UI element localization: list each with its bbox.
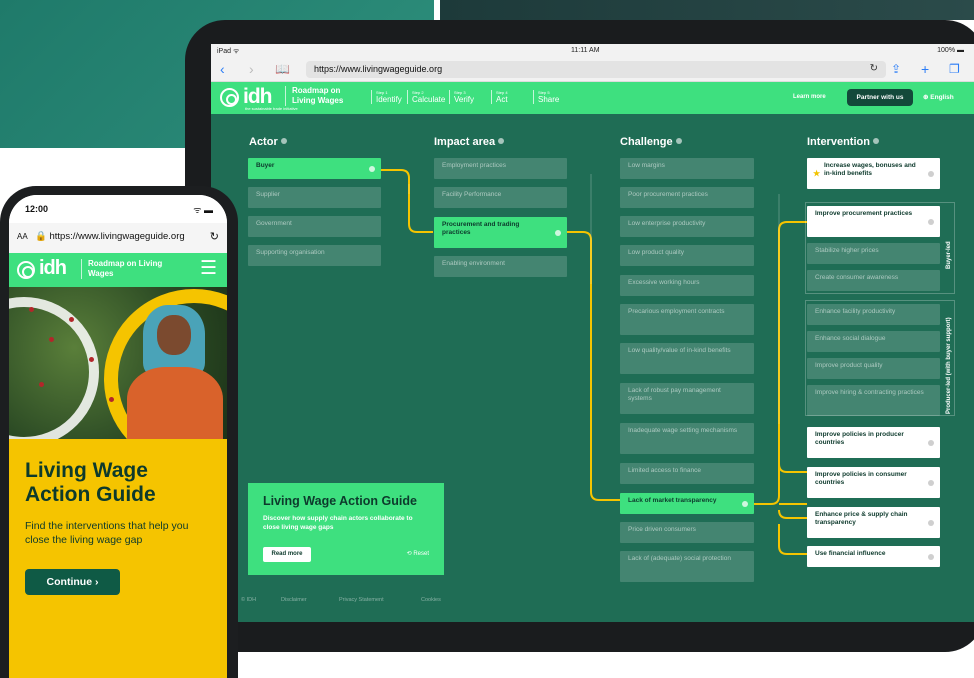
intervention-increase-wages[interactable]: ★ Increase wages, bonuses and in-kind ben… xyxy=(807,158,940,189)
phone-headline: Living Wage Action Guide xyxy=(25,459,156,506)
intervention-hiring-contracting[interactable]: Improve hiring & contracting practices xyxy=(807,385,940,416)
guide-description: Discover how supply chain actors collabo… xyxy=(263,515,413,531)
background-dark-strip xyxy=(440,0,974,20)
guide-title: Living Wage Action Guide xyxy=(263,494,417,508)
phone-subtext: Find the interventions that help you clo… xyxy=(25,520,189,546)
continue-button[interactable]: Continue › xyxy=(25,569,120,595)
challenge-wage-setting[interactable]: Inadequate wage setting mechanisms xyxy=(620,423,754,454)
buyer-led-label: Buyer-led xyxy=(946,241,952,269)
person-body xyxy=(127,367,223,439)
phone-site-header: idh Roadmap on Living Wages ☰ xyxy=(9,253,227,287)
column-header-actor: Actor xyxy=(249,136,287,148)
intervention-facility-productivity[interactable]: Enhance facility productivity xyxy=(807,304,940,325)
read-more-button[interactable]: Read more xyxy=(263,547,311,562)
challenge-low-margins[interactable]: Low margins xyxy=(620,158,754,179)
coffee-berry xyxy=(39,382,44,387)
intervention-improve-procurement[interactable]: Improve procurement practices xyxy=(807,206,940,237)
column-header-impact: Impact area xyxy=(434,136,505,148)
coffee-berry xyxy=(89,357,94,362)
intervention-price-transparency[interactable]: Enhance price & supply chain transparenc… xyxy=(807,507,940,538)
info-icon[interactable] xyxy=(872,138,879,144)
footer-copyright: © IDH xyxy=(241,597,257,603)
actor-buyer[interactable]: Buyer xyxy=(248,158,381,179)
intervention-financial-influence[interactable]: Use financial influence xyxy=(807,546,940,567)
challenge-excessive-hours[interactable]: Excessive working hours xyxy=(620,275,754,296)
column-header-challenge: Challenge xyxy=(620,136,682,148)
actor-government[interactable]: Government xyxy=(248,216,381,237)
producer-led-label: Producer-led (with buyer support) xyxy=(946,317,952,414)
phone-roadmap-title: Roadmap on Living Wages xyxy=(81,259,171,279)
phone-logo[interactable]: idh xyxy=(39,257,67,280)
person-face xyxy=(157,315,191,355)
footer-disclaimer[interactable]: Disclaimer xyxy=(281,597,307,603)
decorative-arc-white xyxy=(9,297,99,439)
coffee-berry xyxy=(29,307,34,312)
impact-employment-practices[interactable]: Employment practices xyxy=(434,158,567,179)
idh-logo-icon[interactable] xyxy=(17,261,35,279)
actor-supporting-organisation[interactable]: Supporting organisation xyxy=(248,245,381,266)
challenge-in-kind-benefits[interactable]: Low quality/value of in-kind benefits xyxy=(620,343,754,374)
intervention-consumer-policies[interactable]: Improve policies in consumer countries xyxy=(807,467,940,498)
challenge-poor-procurement[interactable]: Poor procurement practices xyxy=(620,187,754,208)
phone-time: 12:00 xyxy=(25,204,49,214)
challenge-precarious-contracts[interactable]: Precarious employment contracts xyxy=(620,304,754,335)
phone-url: 🔒 https://www.livingwageguide.org xyxy=(35,231,185,242)
phone-hero-panel: Living Wage Action Guide Find the interv… xyxy=(9,439,227,678)
phone-status-bar: 12:00 ᯤ ▬ xyxy=(9,195,227,223)
reset-button[interactable]: ⟲ Reset xyxy=(407,550,429,557)
intervention-consumer-awareness[interactable]: Create consumer awareness xyxy=(807,270,940,291)
intervention-producer-policies[interactable]: Improve policies in producer countries xyxy=(807,427,940,458)
hero-photo xyxy=(9,287,227,439)
column-header-intervention: Intervention xyxy=(807,136,879,148)
info-icon[interactable] xyxy=(498,138,505,144)
tablet-screen: iPad ᯤ 11:11 AM 100% ▬ ‹ › 📖 https://www… xyxy=(211,44,974,622)
impact-enabling-environment[interactable]: Enabling environment xyxy=(434,256,567,277)
impact-facility-performance[interactable]: Facility Performance xyxy=(434,187,567,208)
star-icon: ★ xyxy=(813,168,821,178)
phone-address-bar[interactable]: AA 🔒 https://www.livingwageguide.org ↻ xyxy=(9,223,227,253)
challenge-price-driven-consumers[interactable]: Price driven consumers xyxy=(620,522,754,543)
text-size-button[interactable]: AA xyxy=(17,232,28,241)
impact-procurement-trading[interactable]: Procurement and trading practices xyxy=(434,217,567,248)
footer-privacy[interactable]: Privacy Statement xyxy=(339,597,384,603)
intervention-product-quality[interactable]: Improve product quality xyxy=(807,358,940,379)
challenge-access-finance[interactable]: Limited access to finance xyxy=(620,463,754,484)
coffee-berry xyxy=(109,397,114,402)
coffee-berry xyxy=(49,337,54,342)
challenge-pay-management[interactable]: Lack of robust pay management systems xyxy=(620,383,754,414)
challenge-social-protection[interactable]: Lack of (adequate) social protection xyxy=(620,551,754,582)
footer-cookies[interactable]: Cookies xyxy=(421,597,441,603)
info-icon[interactable] xyxy=(280,138,287,144)
intervention-social-dialogue[interactable]: Enhance social dialogue xyxy=(807,331,940,352)
coffee-berry xyxy=(69,317,74,322)
challenge-market-transparency[interactable]: Lack of market transparency xyxy=(620,493,754,514)
challenge-low-product-quality[interactable]: Low product quality xyxy=(620,245,754,266)
intervention-stabilize-prices[interactable]: Stabilize higher prices xyxy=(807,243,940,264)
phone-screen: 12:00 ᯤ ▬ AA 🔒 https://www.livingwagegui… xyxy=(9,195,227,678)
info-icon[interactable] xyxy=(675,138,682,144)
challenge-low-enterprise-productivity[interactable]: Low enterprise productivity xyxy=(620,216,754,237)
action-guide-card: Living Wage Action Guide Discover how su… xyxy=(248,483,444,575)
phone-status-icons: ᯤ ▬ xyxy=(193,205,213,215)
menu-icon[interactable]: ☰ xyxy=(200,259,217,279)
actor-supplier[interactable]: Supplier xyxy=(248,187,381,208)
reload-icon[interactable]: ↻ xyxy=(210,230,219,243)
